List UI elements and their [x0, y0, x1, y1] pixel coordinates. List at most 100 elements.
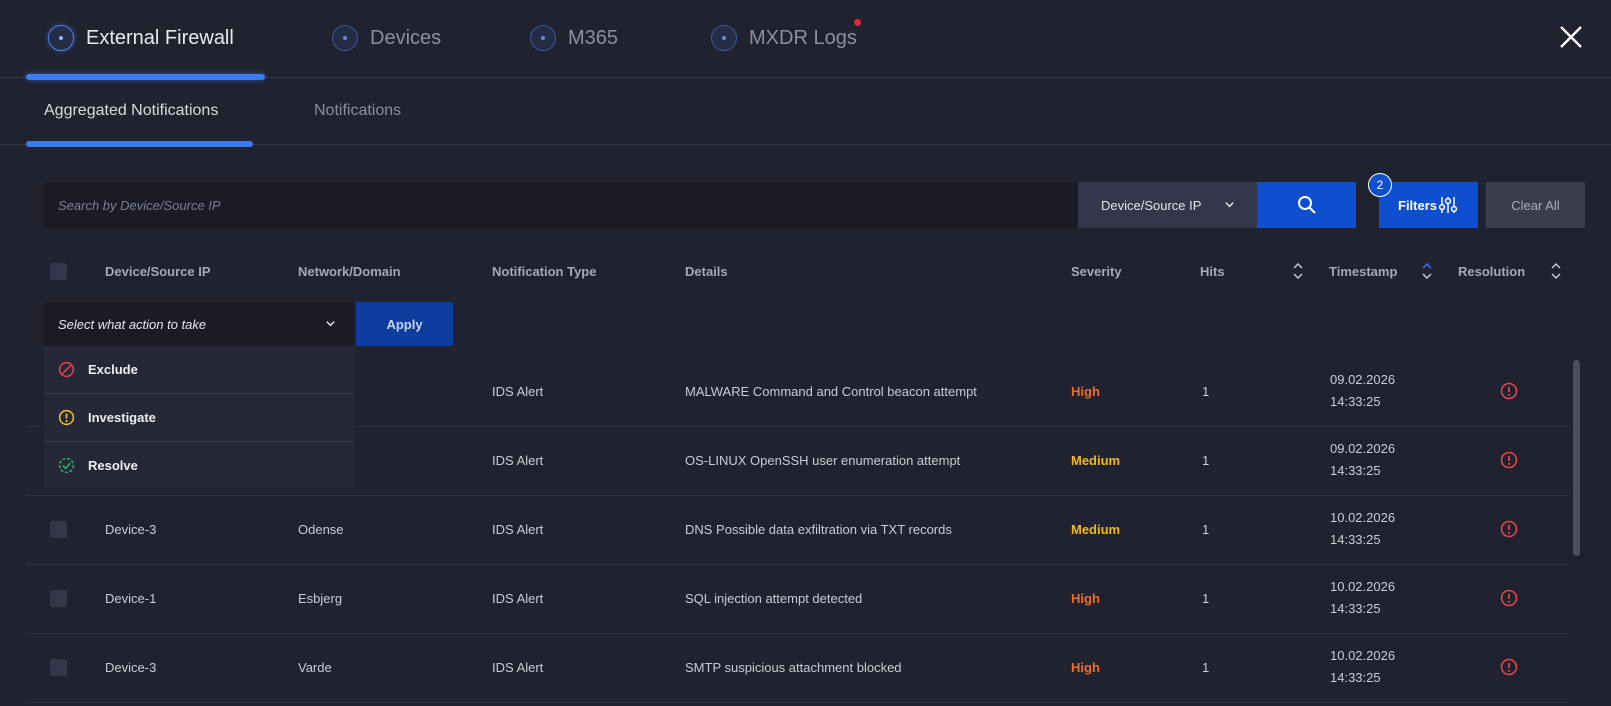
search-input[interactable] [44, 182, 1078, 228]
header-resolution: Resolution [1458, 264, 1526, 279]
sub-tab-bar: Aggregated Notifications Notifications [0, 78, 1611, 145]
investigate-icon [58, 409, 75, 426]
header-timestamp: Timestamp [1329, 264, 1398, 279]
sliders-icon [1438, 197, 1458, 213]
cell-timestamp: 09.02.2026 14:33:25 [1330, 372, 1396, 409]
select-all-checkbox[interactable] [50, 263, 67, 280]
option-label: Resolve [88, 458, 138, 473]
header-severity: Severity [1071, 264, 1122, 279]
cell-severity: High [1071, 384, 1100, 399]
row-divider [26, 633, 1571, 634]
tab-label: External Firewall [86, 26, 234, 49]
close-icon[interactable] [1556, 22, 1586, 52]
option-resolve[interactable]: Resolve [44, 442, 354, 489]
header-hits: Hits [1200, 264, 1225, 279]
cell-details: MALWARE Command and Control beacon attem… [685, 384, 977, 399]
sort-icon[interactable] [1292, 262, 1304, 280]
option-investigate[interactable]: Investigate [44, 394, 354, 441]
alert-icon[interactable] [1500, 520, 1518, 538]
tab-notifications[interactable]: Notifications [314, 102, 401, 120]
alert-icon[interactable] [1500, 589, 1518, 607]
row-divider [26, 564, 1571, 565]
tab-label: Devices [370, 26, 442, 49]
radio-dot-icon [530, 25, 556, 51]
header-notification-type: Notification Type [492, 264, 597, 279]
radio-dot-icon [711, 25, 737, 51]
tab-label: MXDR Logs [749, 26, 857, 49]
cell-device: Device-1 [105, 591, 157, 606]
radio-dot-icon [48, 25, 74, 51]
row-divider [26, 702, 1571, 703]
search-button[interactable] [1257, 182, 1356, 228]
bulk-action-dropdown: Exclude Investigate Resolve [44, 346, 354, 488]
sort-active-icon[interactable] [1421, 262, 1433, 280]
search-icon [1297, 196, 1316, 214]
cell-severity: Medium [1071, 453, 1121, 468]
sort-icon[interactable] [1550, 262, 1562, 280]
cell-severity: High [1071, 591, 1100, 606]
row-checkbox[interactable] [50, 521, 67, 538]
alert-icon[interactable] [1500, 382, 1518, 400]
header-details: Details [685, 264, 728, 279]
cell-notification-type: IDS Alert [492, 453, 544, 468]
cell-network: Odense [298, 522, 344, 537]
resolve-check-icon [58, 457, 75, 474]
option-label: Investigate [88, 410, 156, 425]
tab-external-firewall[interactable]: External Firewall [48, 20, 234, 56]
cell-timestamp: 10.02.2026 14:33:25 [1330, 648, 1396, 685]
alert-icon[interactable] [1500, 451, 1518, 469]
cell-hits: 1 [1202, 453, 1210, 468]
row-checkbox[interactable] [50, 590, 67, 607]
active-subtab-indicator [26, 141, 253, 147]
exclude-icon [58, 361, 75, 378]
cell-device: Device-3 [105, 522, 157, 537]
radio-dot-icon [332, 25, 358, 51]
row-checkbox[interactable] [50, 659, 67, 676]
cell-timestamp: 10.02.2026 14:33:25 [1330, 579, 1396, 616]
cell-hits: 1 [1202, 522, 1210, 537]
top-tab-bar: External Firewall Devices M365 MXDR Logs [0, 0, 1611, 78]
bulk-action-placeholder: Select what action to take [58, 316, 207, 332]
tab-mxdr-logs[interactable]: MXDR Logs [711, 20, 857, 56]
notification-dot-icon [854, 19, 861, 26]
cell-severity: Medium [1071, 522, 1121, 537]
cell-details: OS-LINUX OpenSSH user enumeration attemp… [685, 453, 961, 468]
apply-button[interactable]: Apply [356, 302, 453, 346]
tab-m365[interactable]: M365 [530, 20, 618, 56]
cell-network: Varde [298, 660, 332, 675]
option-label: Exclude [88, 362, 138, 377]
row-divider [26, 495, 1571, 496]
cell-details: DNS Possible data exfiltration via TXT r… [685, 522, 952, 537]
cell-hits: 1 [1202, 384, 1210, 399]
cell-details: SMTP suspicious attachment blocked [685, 660, 902, 675]
cell-timestamp: 10.02.2026 14:33:25 [1330, 510, 1396, 547]
header-device: Device/Source IP [105, 264, 211, 279]
header-network: Network/Domain [298, 264, 401, 279]
cell-notification-type: IDS Alert [492, 660, 544, 675]
tab-aggregated-notifications[interactable]: Aggregated Notifications [44, 102, 218, 120]
tab-label: M365 [568, 26, 619, 49]
cell-device: Device-3 [105, 660, 157, 675]
cell-details: SQL injection attempt detected [685, 591, 863, 606]
clear-all-button[interactable]: Clear All [1486, 182, 1585, 228]
table-scrollbar-thumb[interactable] [1573, 360, 1580, 556]
cell-hits: 1 [1202, 591, 1210, 606]
cell-timestamp: 09.02.2026 14:33:25 [1330, 441, 1396, 478]
filters-button[interactable]: Filters [1379, 182, 1478, 228]
alert-icon[interactable] [1500, 658, 1518, 676]
cell-notification-type: IDS Alert [492, 522, 544, 537]
cell-notification-type: IDS Alert [492, 384, 544, 399]
cell-severity: High [1071, 660, 1100, 675]
chevron-down-icon [1225, 202, 1234, 208]
cell-hits: 1 [1202, 660, 1210, 675]
filter-count-badge: 2 [1368, 173, 1392, 197]
cell-notification-type: IDS Alert [492, 591, 544, 606]
tab-devices[interactable]: Devices [332, 20, 441, 56]
option-exclude[interactable]: Exclude [44, 346, 354, 393]
filters-label: Filters [1398, 197, 1438, 213]
bulk-action-select[interactable]: Select what action to take [44, 302, 354, 346]
cell-network: Esbjerg [298, 591, 343, 606]
search-field-select[interactable]: Device/Source IP [1078, 182, 1257, 228]
search-field-value: Device/Source IP [1101, 197, 1202, 213]
chevron-down-icon [326, 321, 335, 327]
